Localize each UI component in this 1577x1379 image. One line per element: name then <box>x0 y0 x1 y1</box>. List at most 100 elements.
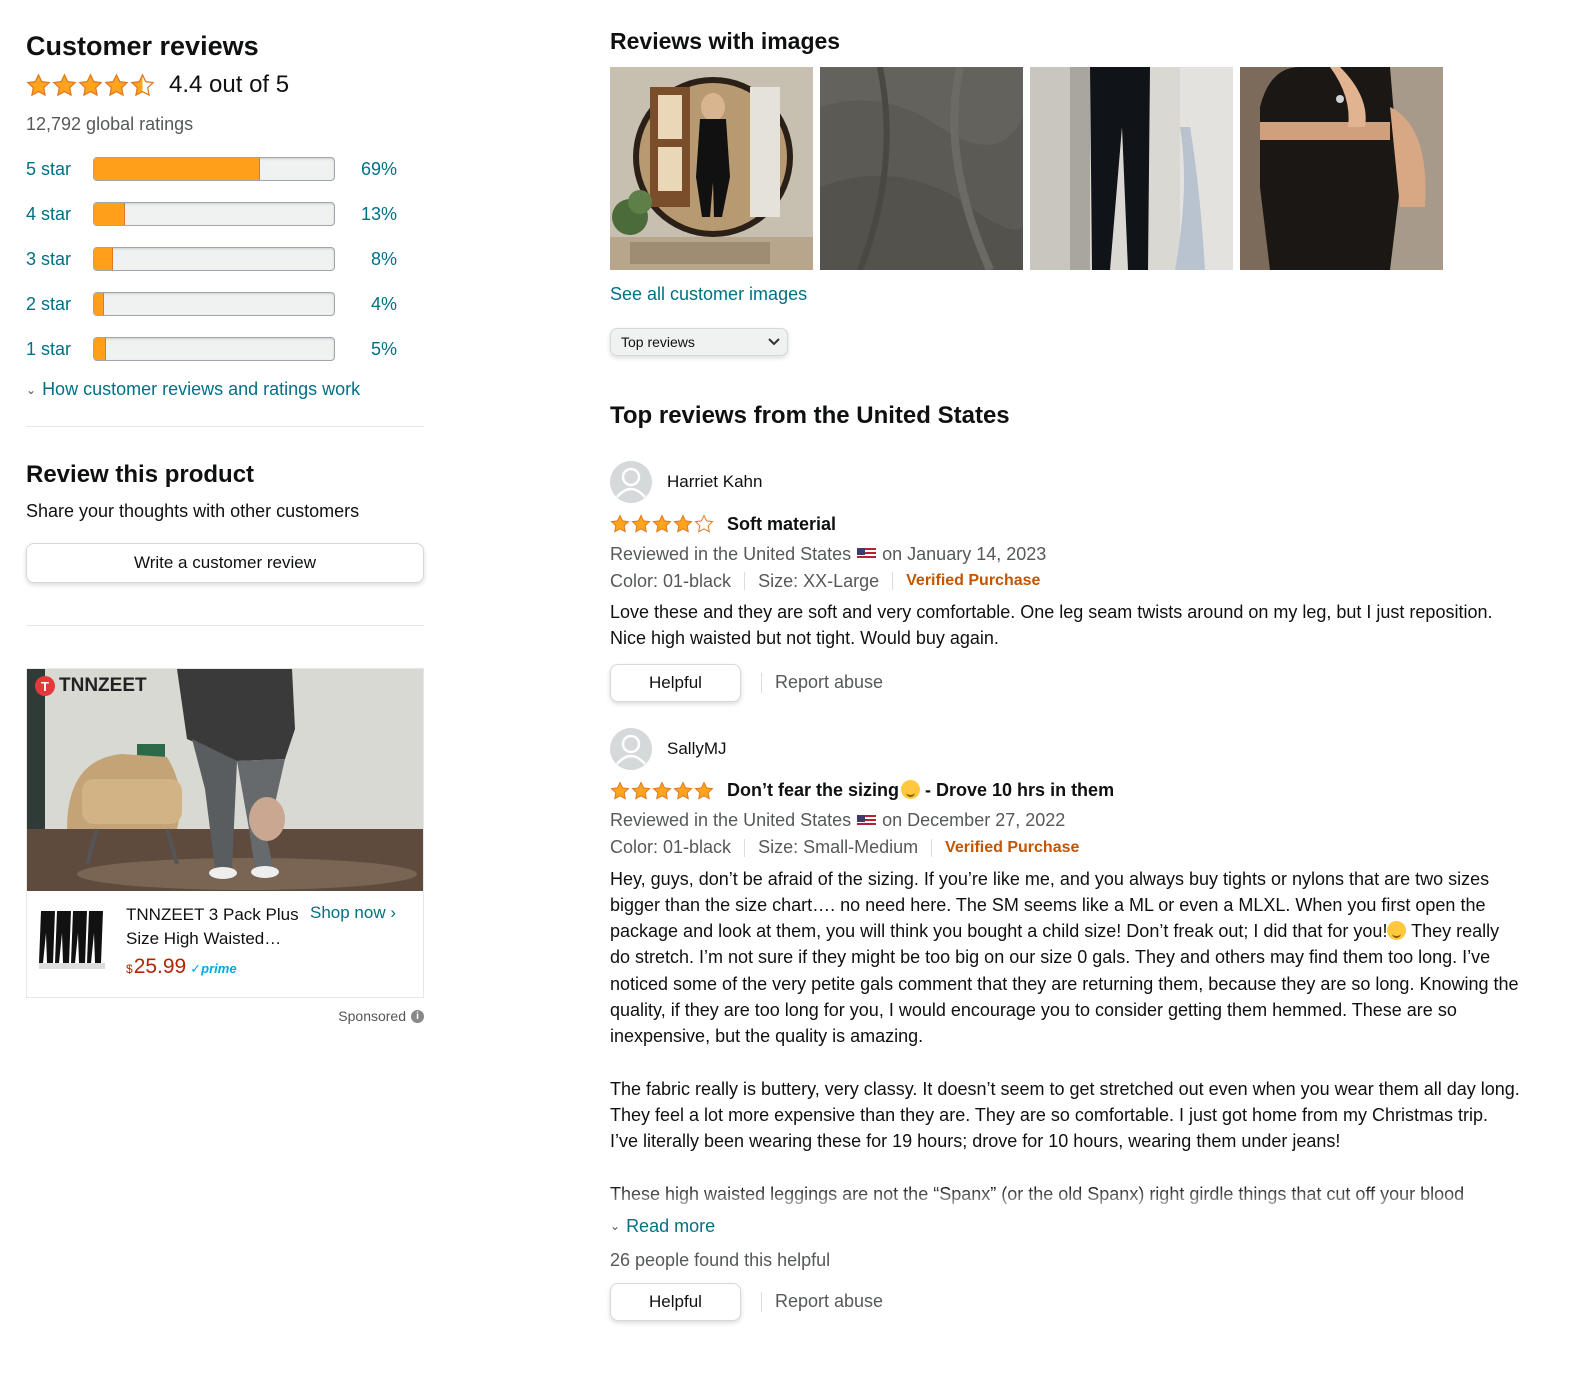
histogram-percent[interactable]: 8% <box>335 249 397 270</box>
star-half-icon <box>130 72 155 98</box>
histogram-percent[interactable]: 69% <box>335 159 397 180</box>
helpful-button[interactable]: Helpful <box>610 663 741 702</box>
variant-color[interactable]: Color: 01-black <box>610 571 731 592</box>
histogram-label[interactable]: 3 star <box>26 249 93 270</box>
histogram-percent[interactable]: 4% <box>335 294 397 315</box>
star-full-icon <box>673 514 693 534</box>
histogram-bar[interactable] <box>93 292 335 316</box>
review-image-mirror-selfie[interactable] <box>610 67 813 270</box>
review-paragraph: Hey, guys, don’t be afraid of the sizing… <box>610 868 1519 1047</box>
histogram-fill <box>94 203 126 225</box>
prime-label: prime <box>201 961 237 976</box>
ad-product-thumbnail[interactable] <box>37 903 107 973</box>
average-stars <box>26 72 155 98</box>
avatar-icon[interactable] <box>610 727 652 770</box>
us-flag-icon <box>857 814 877 827</box>
star-full-icon <box>78 72 103 98</box>
ad-image[interactable]: T TNNZEET <box>27 669 423 891</box>
report-abuse-link[interactable]: Report abuse <box>775 1291 883 1312</box>
histogram-row[interactable]: 5 star 69% <box>26 154 424 184</box>
brand-logo-icon: T <box>35 676 55 696</box>
divider <box>26 625 424 626</box>
review-image-black-top-selfie[interactable] <box>1240 67 1443 270</box>
reviews-with-images-heading: Reviews with images <box>610 28 841 54</box>
reviewer-profile[interactable]: SallyMJ <box>610 727 1530 770</box>
review-item: SallyMJ Don’t fear the sizing - Drove 10 … <box>610 727 1530 1321</box>
histogram-bar[interactable] <box>93 337 335 361</box>
review-this-product: Review this product Share your thoughts … <box>26 459 424 583</box>
review-image-gray-fabric[interactable] <box>820 67 1023 270</box>
review-stars[interactable] <box>610 514 714 534</box>
histogram-percent[interactable]: 5% <box>335 339 397 360</box>
histogram-label[interactable]: 2 star <box>26 294 93 315</box>
review-variant: Color: 01-black Size: XX-Large Verified Pu… <box>610 567 1530 595</box>
review-title-row: Soft material <box>610 511 1530 537</box>
divider <box>26 426 424 427</box>
histogram-bar[interactable] <box>93 202 335 226</box>
histogram-percent[interactable]: 13% <box>335 204 397 225</box>
helpful-button[interactable]: Helpful <box>610 1282 741 1321</box>
review-date: Reviewed in the United States on December… <box>610 810 1066 831</box>
average-rating-row: 4.4 out of 5 <box>26 66 424 104</box>
histogram-label[interactable]: 1 star <box>26 339 93 360</box>
star-full-icon <box>104 72 129 98</box>
sponsored-ad[interactable]: T TNNZEET TNNZEET 3 Pack Plus Size High … <box>26 668 424 998</box>
shop-now-link[interactable]: Shop now › <box>310 903 396 981</box>
how-reviews-work-link[interactable]: ⌄ How customer reviews and ratings work <box>26 379 424 400</box>
chevron-down-icon: ⌄ <box>26 382 37 397</box>
star-full-icon <box>694 780 714 801</box>
ad-product-info[interactable]: TNNZEET 3 Pack Plus Size High Waisted… $… <box>126 903 302 981</box>
black-top-selfie-image <box>1240 67 1443 270</box>
review-title[interactable]: Soft material <box>727 514 836 535</box>
verified-purchase-badge[interactable]: Verified Purchase <box>906 572 1040 590</box>
info-icon[interactable]: i <box>411 1009 424 1023</box>
review-title-row: Don’t fear the sizing - Drove 10 hrs in … <box>610 778 1530 804</box>
review-stars[interactable] <box>610 780 714 801</box>
histogram-fill <box>94 338 106 360</box>
histogram-row[interactable]: 1 star 5% <box>26 334 424 364</box>
variant-color[interactable]: Color: 01-black <box>610 837 731 858</box>
histogram-label[interactable]: 5 star <box>26 159 93 180</box>
avatar-icon[interactable] <box>610 461 652 503</box>
leggings-thumbnail-icon <box>39 911 105 969</box>
variant-size[interactable]: Size: Small-Medium <box>758 837 918 858</box>
review-title[interactable]: Don’t fear the sizing - Drove 10 hrs in … <box>727 780 1114 801</box>
ad-scene-image <box>27 669 423 891</box>
review-image-black-leggings[interactable] <box>1030 67 1233 270</box>
histogram-label[interactable]: 4 star <box>26 204 93 225</box>
reviewer-name[interactable]: SallyMJ <box>667 739 727 759</box>
reviewer-name[interactable]: Harriet Kahn <box>667 472 762 492</box>
report-abuse-link[interactable]: Report abuse <box>775 672 883 693</box>
reviews-main: Reviews with images See all customer ima… <box>610 26 1530 1321</box>
ad-product-title[interactable]: TNNZEET 3 Pack Plus Size High Waisted… <box>126 903 302 951</box>
smile-emoji-icon <box>901 780 921 800</box>
sort-selected: Top reviews <box>621 334 695 350</box>
top-reviews-heading: Top reviews from the United States <box>610 402 1010 429</box>
star-full-icon <box>610 780 630 801</box>
read-more-link[interactable]: ⌄ Read more <box>610 1216 1530 1237</box>
wink-emoji-icon <box>1387 921 1407 941</box>
histogram-bar[interactable] <box>93 247 335 271</box>
write-review-button[interactable]: Write a customer review <box>26 543 424 583</box>
see-all-images-link[interactable]: See all customer images <box>610 284 1530 305</box>
review-body: Love these and they are soft and very co… <box>610 599 1520 652</box>
histogram-bar[interactable] <box>93 157 335 181</box>
review-list: Harriet Kahn Soft material Reviewed in the… <box>610 461 1530 1321</box>
review-paragraph: These high waisted leggings are not the … <box>610 1183 1465 1212</box>
histogram-fill <box>94 293 104 315</box>
histogram-row[interactable]: 4 star 13% <box>26 199 424 229</box>
ad-price: $ 25.99 ✓prime <box>126 955 302 981</box>
variant-size[interactable]: Size: XX-Large <box>758 571 879 592</box>
review-images-gallery <box>610 67 1530 270</box>
reviewer-profile[interactable]: Harriet Kahn <box>610 461 1530 503</box>
sponsored-label[interactable]: Sponsored i <box>26 1008 424 1024</box>
star-full-icon <box>52 72 77 98</box>
star-full-icon <box>652 780 672 801</box>
review-actions: Helpful Report abuse <box>610 663 1530 702</box>
gray-fabric-image <box>820 67 1023 270</box>
review-date: Reviewed in the United States on January … <box>610 543 1047 564</box>
histogram-row[interactable]: 2 star 4% <box>26 289 424 319</box>
verified-purchase-badge[interactable]: Verified Purchase <box>945 839 1079 857</box>
sort-dropdown[interactable]: Top reviews <box>610 328 788 356</box>
histogram-row[interactable]: 3 star 8% <box>26 244 424 274</box>
